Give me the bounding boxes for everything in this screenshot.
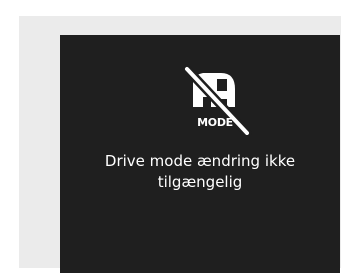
info-screen: MODE Drive mode ændring ikke tilgængelig (60, 35, 340, 273)
drive-mode-unavailable-indicator: MODE (177, 63, 253, 135)
unavailable-message: Drive mode ændring ikke tilgængelig (104, 152, 296, 191)
mode-label: MODE (197, 116, 233, 129)
display-frame: MODE Drive mode ændring ikke tilgængelig (19, 16, 341, 273)
